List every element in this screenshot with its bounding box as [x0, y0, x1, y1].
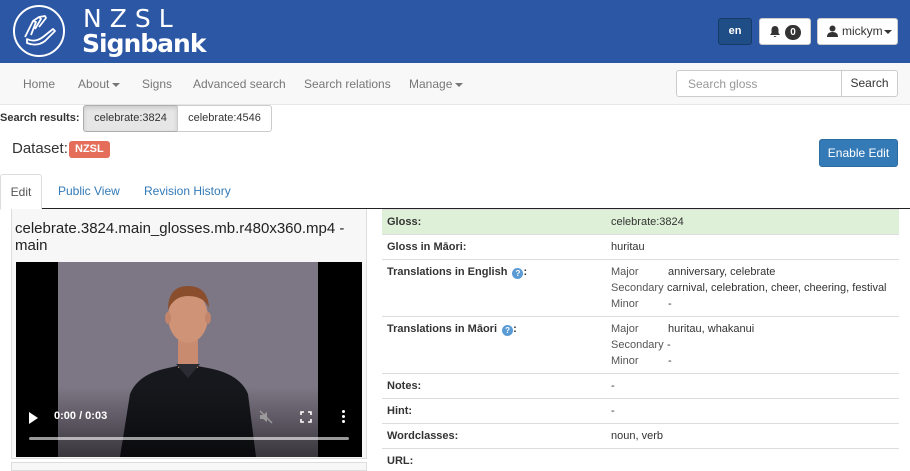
wordclasses-value: noun, verb	[611, 430, 663, 442]
notifications-count-badge: 0	[785, 25, 801, 40]
nav-search-relations[interactable]: Search relations	[304, 63, 391, 105]
username-label: mickym	[842, 24, 883, 38]
nav-about-label: About	[78, 77, 110, 91]
search-button[interactable]: Search	[841, 70, 898, 97]
video-player[interactable]: 0:00 / 0:03	[16, 262, 362, 457]
play-icon[interactable]	[29, 412, 38, 424]
minor-value: -	[668, 355, 672, 367]
nav-manage[interactable]: Manage	[409, 63, 464, 105]
table-row-url: URL:	[382, 448, 899, 470]
secondary-label: Secondary	[611, 339, 664, 351]
nav-signs[interactable]: Signs	[142, 63, 172, 105]
main-navbar: Home About Signs Advanced search Search …	[0, 63, 910, 105]
url-label: URL:	[387, 455, 414, 467]
video-title: celebrate.3824.main_glosses.mb.r480x360.…	[15, 220, 345, 254]
gloss-maori-label: Gloss in Māori:	[387, 241, 467, 253]
nav-search-relations-label: Search relations	[304, 77, 391, 91]
translations-english-label: Translations in English ?:	[387, 266, 528, 279]
nav-signs-label: Signs	[142, 77, 173, 91]
nav-advanced-search-label: Advanced search	[193, 77, 286, 91]
translations-maori-label-text: Translations in Māori	[387, 323, 498, 335]
search-gloss-input[interactable]	[676, 70, 842, 97]
dataset-badge: NZSL	[69, 141, 110, 158]
more-options-icon[interactable]	[342, 410, 345, 423]
logo-wordmark-signbank: Signbank	[82, 29, 206, 58]
major-label: Major	[611, 266, 639, 278]
search-results-label: Search results:	[0, 112, 80, 124]
notes-value: -	[611, 380, 615, 392]
major-value: huritau, whakanui	[668, 323, 755, 335]
nav-home[interactable]: Home	[23, 63, 55, 105]
gloss-label: Gloss:	[387, 216, 422, 228]
gloss-value: celebrate:3824	[611, 216, 684, 228]
search-result-celebrate-3824[interactable]: celebrate:3824	[83, 105, 178, 132]
chevron-down-icon	[112, 82, 121, 87]
major-value: anniversary, celebrate	[668, 266, 776, 278]
secondary-value: carnival, celebration, cheer, cheering, …	[667, 282, 887, 294]
minor-value: -	[668, 298, 672, 310]
secondary-value: -	[667, 339, 671, 351]
table-row-wordclasses: Wordclasses: noun, verb	[382, 423, 899, 448]
table-row-translations-english: Translations in English ?: Major annivers…	[382, 259, 899, 316]
gloss-details-table: Gloss: celebrate:3824 Gloss in Māori: hu…	[382, 209, 899, 470]
nav-home-label: Home	[23, 77, 56, 91]
fullscreen-icon[interactable]	[300, 411, 312, 423]
notifications-button[interactable]: 0	[759, 18, 811, 45]
notes-label: Notes:	[387, 380, 422, 392]
panel-footer	[11, 462, 367, 471]
major-label: Major	[611, 323, 639, 335]
table-row-gloss-maori: Gloss in Māori: huritau	[382, 234, 899, 259]
minor-label: Minor	[611, 298, 639, 310]
chevron-down-icon	[455, 82, 464, 87]
gloss-tabs: Edit Public View Revision History	[0, 174, 910, 210]
nav-advanced-search[interactable]: Advanced search	[193, 63, 286, 105]
wordclasses-label: Wordclasses:	[387, 430, 459, 442]
minor-label: Minor	[611, 355, 639, 367]
chevron-down-icon	[884, 30, 892, 34]
signbank-logo-icon[interactable]	[13, 5, 65, 57]
table-row-gloss: Gloss: celebrate:3824	[382, 209, 899, 234]
user-menu-button[interactable]: mickym	[817, 18, 898, 45]
video-progress-bar[interactable]	[29, 437, 349, 440]
nav-about[interactable]: About	[78, 63, 121, 105]
tab-public-view[interactable]: Public View	[58, 174, 120, 209]
gloss-maori-value: huritau	[611, 241, 645, 253]
video-time: 0:00 / 0:03	[54, 410, 108, 422]
help-icon[interactable]: ?	[512, 268, 524, 279]
table-row-translations-maori: Translations in Māori ?: Major huritau, w…	[382, 316, 899, 373]
tab-edit[interactable]: Edit	[0, 174, 42, 210]
volume-muted-icon[interactable]	[259, 410, 273, 424]
site-header: NZSL Signbank en 0 mickym	[0, 0, 910, 63]
tab-revision-history[interactable]: Revision History	[144, 174, 231, 209]
search-result-celebrate-4546[interactable]: celebrate:4546	[177, 105, 272, 132]
nav-manage-label: Manage	[409, 77, 453, 91]
hint-value: -	[611, 405, 615, 417]
secondary-label: Secondary	[611, 282, 664, 294]
bell-icon	[770, 26, 780, 37]
table-row-hint: Hint: -	[382, 398, 899, 423]
translations-english-label-text: Translations in English	[387, 266, 508, 278]
help-icon[interactable]: ?	[502, 325, 514, 336]
translations-maori-label: Translations in Māori ?:	[387, 323, 517, 336]
user-icon	[827, 25, 838, 37]
dataset-label: Dataset:	[12, 140, 68, 157]
hint-label: Hint:	[387, 405, 413, 417]
language-button[interactable]: en	[718, 18, 752, 45]
table-row-notes: Notes: -	[382, 373, 899, 398]
enable-edit-button[interactable]: Enable Edit	[819, 139, 898, 167]
